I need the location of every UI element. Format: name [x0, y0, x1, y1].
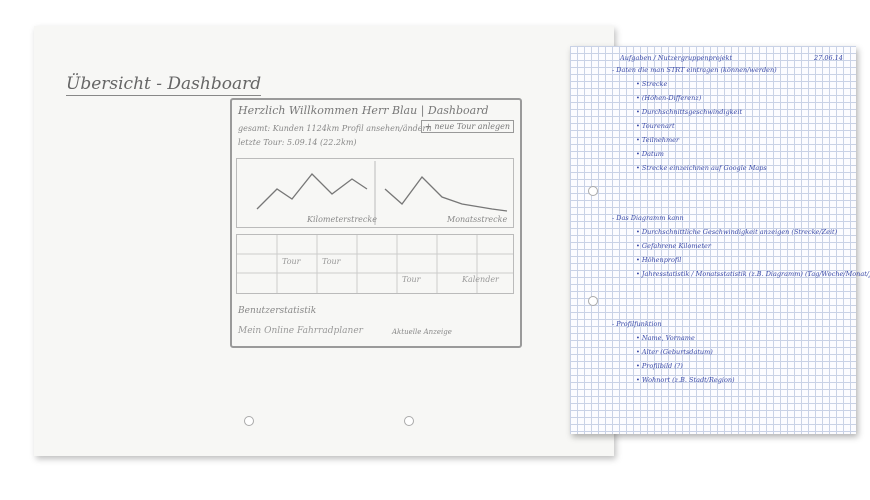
wireframe-last-tour: letzte Tour: 5.09.14 (22.2km) [238, 138, 357, 147]
notes-date: 27.06.14 [814, 54, 843, 62]
note-line: - Daten die man STRT eintragen (können/w… [612, 66, 777, 74]
note-line: • Alter (Geburtsdatum) [636, 348, 713, 356]
wireframe-calendar: Tour Tour Tour Kalender [236, 234, 514, 294]
dashboard-wireframe: Herzlich Willkommen Herr Blau | Dashboar… [230, 98, 522, 348]
cal-entry-2: Tour [322, 257, 341, 266]
line-month [384, 176, 508, 212]
cal-entry-3: Tour [402, 275, 421, 284]
notes-title: Aufgaben / Nutzergruppenprojekt [620, 54, 733, 62]
notes-sheet: Aufgaben / Nutzergruppenprojekt 27.06.14… [570, 46, 870, 434]
chart-label-right: Monatsstrecke [447, 215, 508, 224]
note-line: • Durchschnittsgeschwindigkeit [636, 108, 743, 116]
wireframe-stats-row: gesamt: Kunden 1124km Profil ansehen/änd… [238, 124, 432, 133]
wireframe-charts: Kilometerstrecke Monatsstrecke [236, 158, 514, 228]
wireframe-footer: Mein Online Fahrradplaner [238, 326, 363, 336]
note-line: • Name, Vorname [636, 334, 695, 342]
sketch-sheet: Übersicht - Dashboard Herzlich Willkomme… [34, 26, 614, 456]
note-line: • Teilnehmer [636, 136, 680, 144]
punch-hole [588, 296, 598, 306]
user-stat-label: Benutzerstatistik [238, 306, 317, 316]
note-line: • Jahresstatistik / Monatsstatistik (z.B… [636, 270, 870, 278]
note-line: • Wohnort (z.B. Stadt/Region) [636, 376, 735, 384]
chart-label-left: Kilometerstrecke [307, 215, 377, 224]
line-kilometer [256, 173, 368, 210]
note-line: • Strecke einzeichnen auf Google Maps [636, 164, 767, 172]
calendar-grid [237, 235, 513, 293]
note-line: • Tourenart [636, 122, 675, 130]
note-line: • Durchschnittliche Geschwindigkeit anze… [636, 228, 838, 236]
wireframe-header: Herzlich Willkommen Herr Blau | Dashboar… [238, 104, 489, 117]
note-line: - Das Diagramm kann [612, 214, 684, 222]
punch-hole [404, 416, 414, 426]
note-line: - Profilfunktion [612, 320, 662, 328]
note-line: • Strecke [636, 80, 668, 88]
wireframe-footer-small: Aktuelle Anzeige [392, 328, 452, 336]
note-line: • Datum [636, 150, 664, 158]
note-line: • Profilbild (?) [636, 362, 683, 370]
note-line: • Gefahrene Kilometer [636, 242, 711, 250]
punch-hole [588, 186, 598, 196]
add-tour-button[interactable]: + neue Tour anlegen [421, 120, 514, 133]
punch-hole [244, 416, 254, 426]
note-line: • Höhenprofil [636, 256, 682, 264]
note-line: • (Höhen-Differenz) [636, 94, 702, 102]
cal-title: Kalender [462, 275, 499, 284]
cal-entry-1: Tour [282, 257, 301, 266]
sketch-title: Übersicht - Dashboard [66, 74, 262, 96]
